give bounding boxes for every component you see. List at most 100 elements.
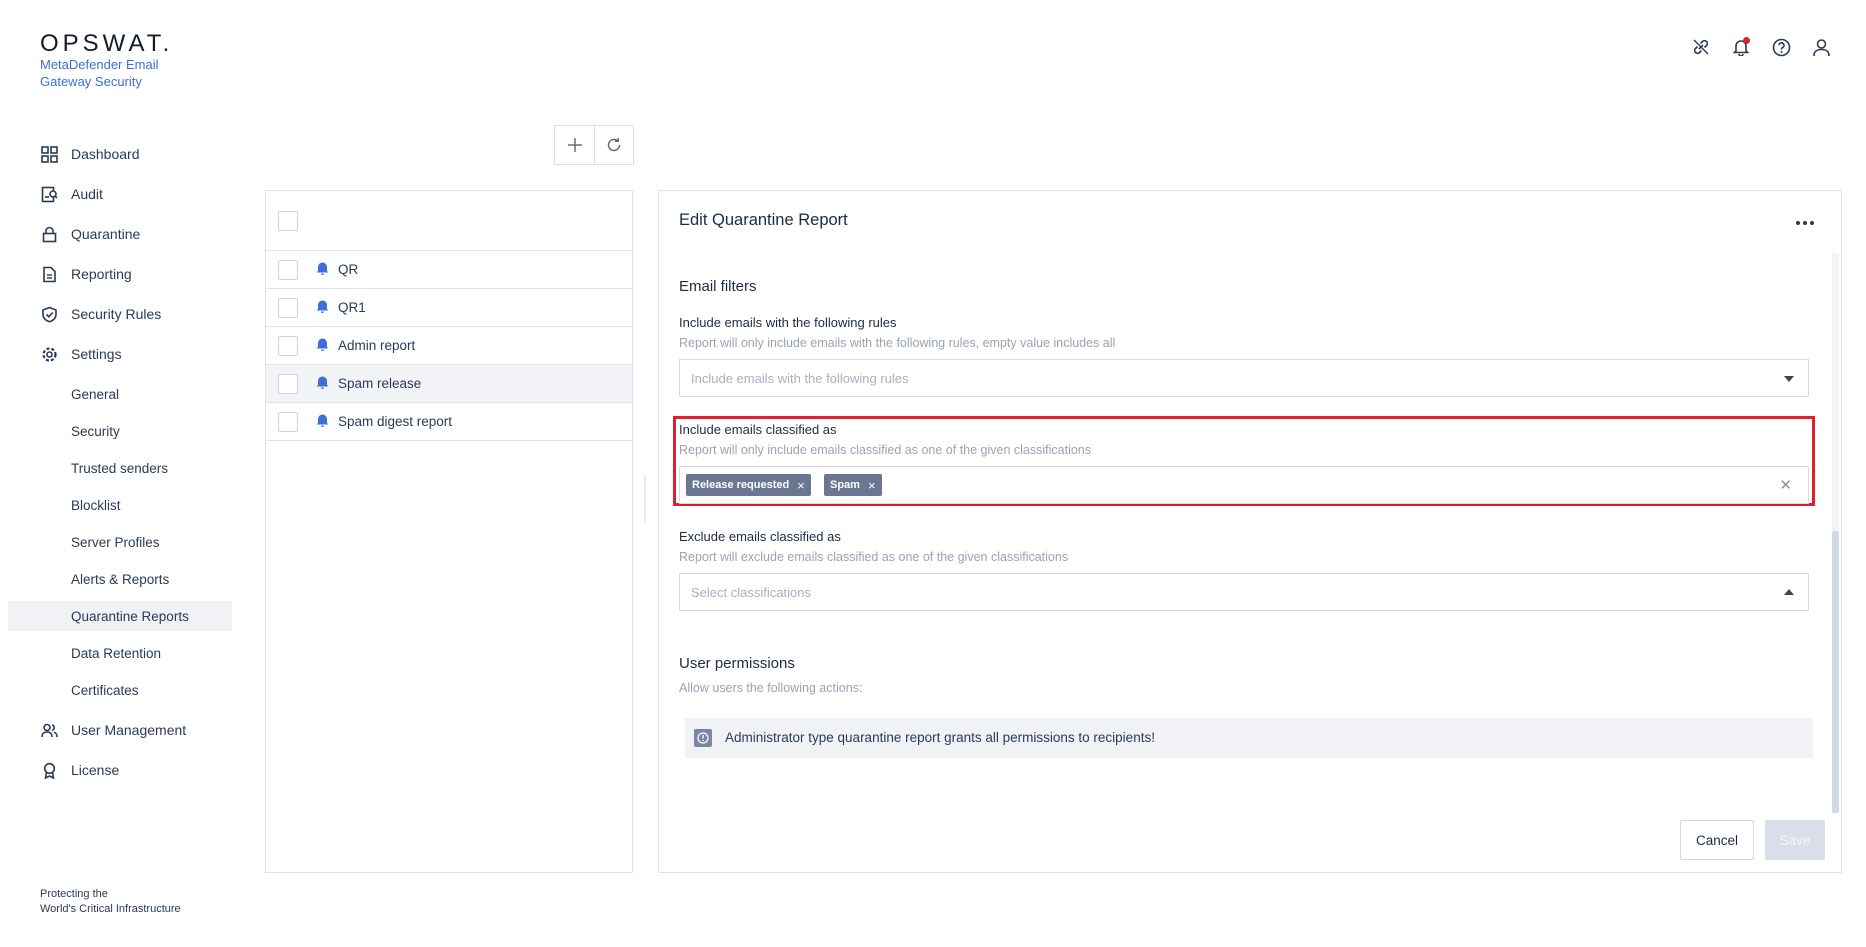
sidebar-sub-quarantine-reports[interactable]: Quarantine Reports — [71, 605, 189, 627]
clear-icon[interactable]: ✕ — [1779, 476, 1792, 494]
tag-release-requested: Release requested × — [686, 474, 811, 496]
sidebar-item-label: Settings — [71, 346, 122, 362]
sidebar-sub-server-profiles[interactable]: Server Profiles — [71, 531, 160, 553]
row-checkbox[interactable] — [278, 298, 298, 318]
refresh-icon — [607, 138, 621, 152]
include-classified-select[interactable]: Release requested × Spam × ✕ — [679, 466, 1809, 504]
tag-remove-icon[interactable]: × — [868, 478, 876, 493]
bell-icon — [316, 300, 329, 313]
notification-dot — [1743, 37, 1750, 44]
sidebar-item-license[interactable]: License — [40, 758, 119, 782]
footer-tagline: Protecting the World's Critical Infrastr… — [40, 887, 181, 917]
chevron-up-icon — [1784, 589, 1794, 595]
list-item[interactable]: Spam digest report — [266, 403, 632, 441]
list-item-label: Admin report — [338, 338, 416, 353]
sidebar-sub-certificates[interactable]: Certificates — [71, 679, 139, 701]
sidebar-item-label: License — [71, 762, 120, 778]
bell-icon — [316, 338, 329, 351]
dashboard-icon — [40, 145, 58, 163]
exclude-placeholder: Select classifications — [691, 585, 811, 600]
bell-icon — [316, 414, 329, 427]
sidebar-sub-trusted-senders[interactable]: Trusted senders — [71, 457, 168, 479]
panel-title: Edit Quarantine Report — [679, 211, 848, 229]
add-button[interactable] — [555, 126, 594, 164]
sidebar-item-label: Reporting — [71, 266, 132, 282]
opswat-logo[interactable]: OPSWAT. — [40, 30, 173, 58]
sidebar-item-label: User Management — [71, 722, 187, 738]
plus-icon — [567, 138, 582, 152]
info-text: Administrator type quarantine report gra… — [725, 730, 1155, 745]
sidebar-item-audit[interactable]: Audit — [40, 182, 103, 206]
sidebar-sub-data-retention[interactable]: Data Retention — [71, 642, 161, 664]
sidebar-sub-general[interactable]: General — [71, 383, 119, 405]
row-checkbox[interactable] — [278, 336, 298, 356]
chevron-down-icon — [1784, 376, 1794, 382]
sidebar-sub-alerts-reports[interactable]: Alerts & Reports — [71, 568, 169, 590]
select-all-checkbox[interactable] — [278, 211, 298, 231]
sidebar-item-reporting[interactable]: Reporting — [40, 262, 132, 286]
sidebar-sub-blocklist[interactable]: Blocklist — [71, 494, 121, 516]
exclude-classified-label: Exclude emails classified as — [679, 529, 841, 544]
list-item-selected[interactable]: Spam release — [266, 365, 632, 403]
users-icon — [40, 721, 58, 739]
tag-label: Release requested — [692, 479, 790, 491]
sidebar: OPSWAT. MetaDefender Email Gateway Secur… — [0, 0, 240, 947]
list-item[interactable]: Admin report — [266, 327, 632, 365]
sidebar-item-dashboard[interactable]: Dashboard — [40, 142, 140, 166]
bell-icon — [316, 262, 329, 275]
sidebar-item-label: Dashboard — [71, 146, 140, 162]
sidebar-sub-security[interactable]: Security — [71, 420, 120, 442]
email-filters-title: Email filters — [679, 278, 757, 295]
list-header — [266, 191, 632, 251]
scrollbar-thumb[interactable] — [1832, 531, 1839, 813]
bell-icon — [316, 376, 329, 389]
exclude-classified-select[interactable]: Select classifications — [679, 573, 1809, 611]
sidebar-item-settings[interactable]: Settings — [40, 342, 122, 366]
list-item-label: Spam release — [338, 376, 422, 391]
list-item-label: QR1 — [338, 300, 366, 315]
sidebar-item-user-management[interactable]: User Management — [40, 718, 186, 742]
cancel-button[interactable]: Cancel — [1680, 820, 1754, 860]
edit-quarantine-report-panel: Edit Quarantine Report Email filters Inc… — [658, 190, 1842, 873]
quarantine-report-list: QR QR1 Admin report Spam release Spam di… — [265, 190, 633, 873]
sidebar-item-security-rules[interactable]: Security Rules — [40, 302, 161, 326]
document-icon — [40, 265, 58, 283]
user-permissions-description: Allow users the following actions: — [679, 681, 863, 695]
row-checkbox[interactable] — [278, 374, 298, 394]
list-item[interactable]: QR1 — [266, 289, 632, 327]
bell-icon[interactable] — [1730, 36, 1752, 58]
include-classified-label: Include emails classified as — [679, 422, 837, 437]
row-checkbox[interactable] — [278, 260, 298, 280]
more-options-icon[interactable] — [1795, 213, 1815, 229]
list-item-label: Spam digest report — [338, 414, 453, 429]
rules-select[interactable]: Include emails with the following rules — [679, 359, 1809, 397]
sidebar-item-label: Security Rules — [71, 306, 162, 322]
sidebar-item-quarantine[interactable]: Quarantine — [40, 222, 140, 246]
include-classified-description: Report will only include emails classifi… — [679, 443, 1092, 457]
lock-icon — [40, 225, 58, 243]
tag-remove-icon[interactable]: × — [797, 478, 805, 493]
gear-icon — [40, 345, 58, 363]
row-checkbox[interactable] — [278, 412, 298, 432]
sidebar-item-label: Quarantine — [71, 226, 141, 242]
user-permissions-title: User permissions — [679, 655, 795, 672]
audit-icon — [40, 185, 58, 203]
list-toolbar — [554, 125, 634, 165]
footer-line-2: World's Critical Infrastructure — [40, 903, 181, 915]
link-off-icon[interactable] — [1690, 36, 1712, 58]
rules-placeholder: Include emails with the following rules — [691, 371, 909, 386]
help-icon[interactable] — [1770, 36, 1792, 58]
award-icon — [40, 761, 58, 779]
panel-splitter[interactable] — [644, 475, 646, 523]
tag-label: Spam — [830, 479, 860, 491]
save-button[interactable]: Save — [1765, 820, 1825, 860]
sidebar-item-label: Audit — [71, 186, 103, 202]
user-icon[interactable] — [1810, 36, 1832, 58]
list-item[interactable]: QR — [266, 251, 632, 289]
rules-label: Include emails with the following rules — [679, 315, 897, 330]
info-banner: Administrator type quarantine report gra… — [685, 718, 1813, 758]
product-name: MetaDefender Email Gateway Security — [40, 57, 159, 89]
list-item-label: QR — [338, 262, 359, 277]
refresh-button[interactable] — [594, 126, 633, 164]
tag-spam: Spam × — [824, 474, 882, 496]
